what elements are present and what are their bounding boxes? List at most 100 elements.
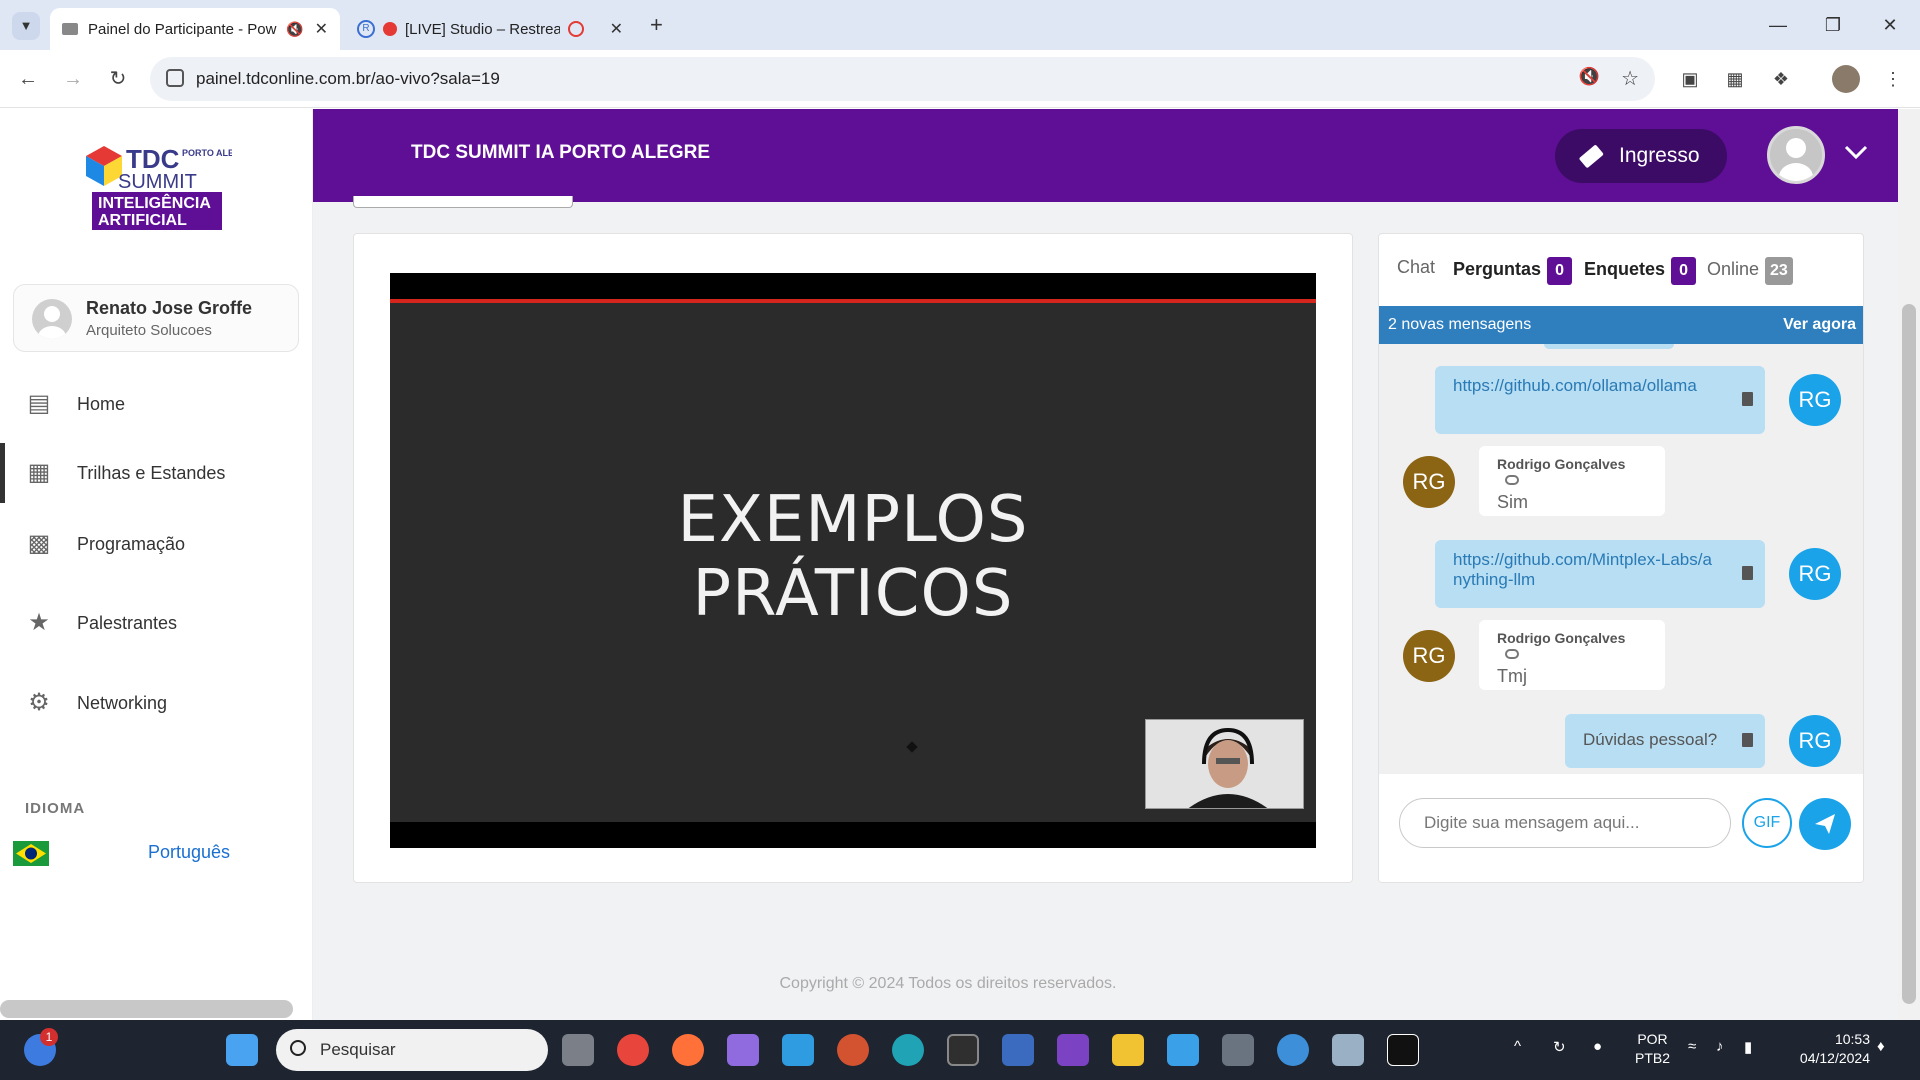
clock[interactable]: 10:53 04/12/2024 [1785,1030,1870,1068]
chat-panel: Chat Perguntas 0 Enquetes 0 Online 23 2 nov… [1378,233,1864,883]
tab-label: Online [1707,259,1760,279]
tab-restream[interactable]: R [LIVE] Studio – Restream ✕ [345,8,635,50]
browser-menu-icon[interactable]: ⋮ [1878,64,1908,94]
sidebar-item-programacao[interactable]: ▩ Programação [0,514,313,574]
new-messages-bar[interactable]: 2 novas mensagens Ver agora [1379,306,1863,344]
chat-message-received: Rodrigo Gonçalves Sim [1479,446,1665,516]
minimize-button[interactable]: — [1760,10,1796,40]
firefox-icon[interactable] [672,1034,704,1066]
tab-label: Perguntas [1453,259,1542,279]
partial-message [1544,344,1674,349]
message-text: Tmj [1497,666,1527,686]
close-tab-icon[interactable]: ✕ [610,19,623,39]
task-view-icon[interactable] [562,1034,594,1066]
profile-avatar[interactable] [1832,65,1860,93]
send-button[interactable] [1799,798,1851,850]
file-explorer-icon[interactable] [1112,1034,1144,1066]
tab-painel[interactable]: Painel do Participante - Pow 🔇 ✕ [50,8,340,50]
sidebar-item-label: Trilhas e Estandes [77,462,226,483]
sidebar-item-trilhas[interactable]: ▦ Trilhas e Estandes [0,443,313,503]
mute-icon[interactable]: 🔇 [286,21,303,38]
tab-list-dropdown[interactable]: ▼ [12,12,40,40]
mute-site-icon[interactable]: 🔇 [1579,67,1600,87]
avatar: RG [1403,456,1455,508]
sync-icon[interactable]: ↻ [1553,1038,1566,1056]
picture-in-picture-icon[interactable]: ▣ [1675,64,1705,94]
search-icon [290,1040,306,1056]
gif-button[interactable]: GIF [1742,798,1792,848]
address-bar[interactable]: painel.tdconline.com.br/ao-vivo?sala=19 … [150,57,1655,101]
video-player[interactable]: EXEMPLOS PRÁTICOS [390,273,1316,848]
extensions-icon[interactable]: ❖ [1766,64,1796,94]
horizontal-scrollbar[interactable] [0,1000,293,1018]
lang-line-1: POR [1637,1031,1668,1047]
new-tab-button[interactable]: + [650,12,663,38]
globe-app-icon[interactable] [1277,1034,1309,1066]
sidebar-item-palestrantes[interactable]: ★ Palestrantes [0,593,313,653]
slide-line-2: PRÁTICOS [692,557,1014,631]
tab-enquetes[interactable]: Enquetes 0 [1584,257,1697,285]
notifications-bell-icon[interactable]: ♦ [1877,1038,1885,1055]
trash-icon[interactable] [1742,566,1753,580]
tab-online[interactable]: Online 23 [1707,257,1793,285]
chrome-icon[interactable] [617,1034,649,1066]
partial-button[interactable] [353,196,573,208]
chevron-down-icon[interactable] [1843,139,1869,165]
dx-app-icon[interactable] [1387,1034,1419,1066]
language-selector[interactable]: Português [13,839,303,869]
reply-icon[interactable] [1505,649,1519,659]
trash-icon[interactable] [1742,733,1753,747]
message-link[interactable]: https://github.com/Mintplex-Labs/anythin… [1453,550,1712,589]
terminal-icon[interactable] [947,1034,979,1066]
microphone-icon[interactable]: ● [1593,1038,1602,1055]
mouse-cursor-icon [906,741,918,753]
forward-button[interactable]: → [58,64,88,94]
calculator-icon[interactable] [1222,1034,1254,1066]
vertical-scrollbar[interactable] [1898,109,1920,1020]
language-indicator[interactable]: POR PTB2 [1635,1030,1670,1068]
online-count-badge: 23 [1765,257,1793,285]
header-avatar[interactable] [1767,126,1825,184]
battery-icon[interactable]: ▮ [1744,1038,1752,1056]
bookmark-star-icon[interactable]: ☆ [1621,66,1639,91]
site-info-icon[interactable] [166,69,184,87]
tdc-summit-logo[interactable]: TDC PORTO ALEGRE SUMMIT INTELIGÊNCIA ART… [82,144,254,234]
reply-icon[interactable] [1505,475,1519,485]
message-link[interactable]: https://github.com/ollama/ollama [1453,376,1697,395]
sidebar-item-label: Networking [77,692,168,713]
logo-artificial: ARTIFICIAL [98,212,187,229]
windows-start-icon[interactable] [226,1034,258,1066]
taskbar-search[interactable]: Pesquisar [276,1029,548,1071]
tab-chat[interactable]: Chat [1397,257,1435,278]
message-input[interactable]: Digite sua mensagem aqui... [1399,798,1731,848]
restore-button[interactable]: ❐ [1815,10,1851,40]
notepad-icon[interactable] [1167,1034,1199,1066]
sidebar-item-networking[interactable]: ⚙ Networking [0,673,313,733]
reload-button[interactable]: ↻ [103,64,133,94]
scrollbar-thumb[interactable] [1902,304,1916,1004]
show-hidden-icons[interactable]: ^ [1514,1038,1521,1055]
visual-studio-icon[interactable] [1057,1034,1089,1066]
copilot-icon[interactable] [727,1034,759,1066]
azure-icon[interactable] [782,1034,814,1066]
user-role: Arquiteto Solucoes [86,322,212,339]
monitor-app-icon[interactable] [1332,1034,1364,1066]
powerpoint-icon[interactable] [837,1034,869,1066]
edge-icon[interactable] [892,1034,924,1066]
sidebar-item-home[interactable]: ▤ Home [0,374,313,434]
message-list[interactable]: https://github.com/ollama/ollama RG RG R… [1379,344,1863,774]
qr-code-icon[interactable]: ▦ [1720,64,1750,94]
tab-perguntas[interactable]: Perguntas 0 [1453,257,1573,285]
tab-label: Enquetes [1584,259,1666,279]
docker-icon[interactable] [1002,1034,1034,1066]
video-bottom-bar [390,822,1316,848]
wifi-icon[interactable]: ≈ [1688,1038,1696,1055]
back-button[interactable]: ← [13,64,43,94]
trash-icon[interactable] [1742,392,1753,406]
ingresso-button[interactable]: Ingresso [1555,129,1727,183]
volume-icon[interactable]: ♪ [1716,1038,1724,1055]
see-now-link[interactable]: Ver agora [1783,306,1856,344]
user-card[interactable]: Renato Jose Groffe Arquiteto Solucoes [13,284,299,352]
close-window-button[interactable]: ✕ [1872,10,1908,40]
close-tab-icon[interactable]: ✕ [315,19,328,39]
